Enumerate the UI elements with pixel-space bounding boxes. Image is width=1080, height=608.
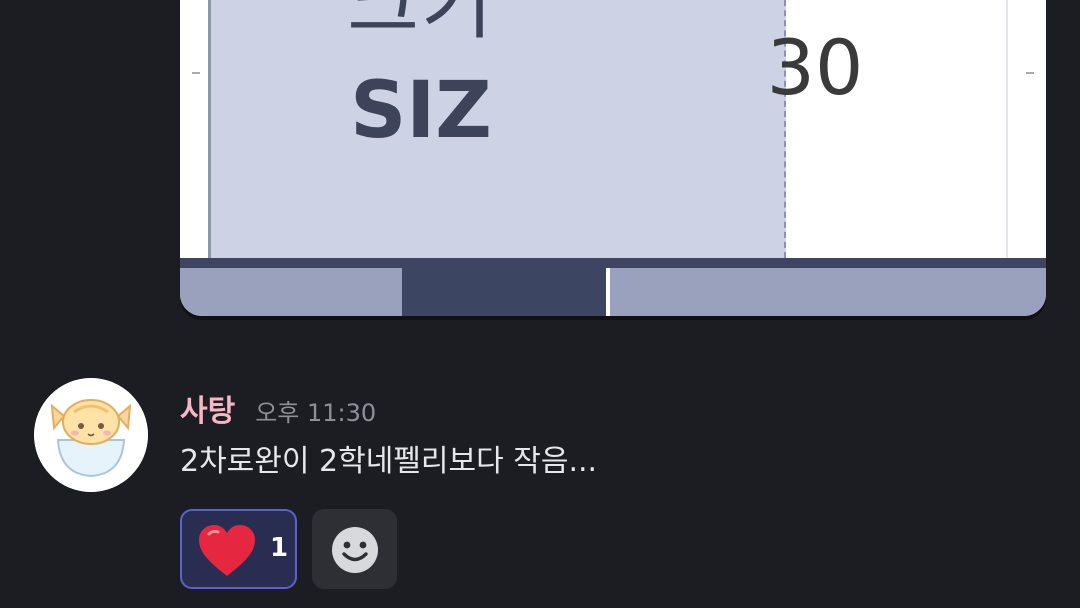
heart-reaction-button[interactable]: 1 (180, 509, 297, 589)
username[interactable]: 사탕 (180, 386, 235, 430)
add-reaction-button[interactable] (312, 509, 397, 589)
message-header: 사탕 오후 11:30 (180, 386, 376, 430)
size-label-korean: 크기 (347, 0, 495, 50)
table-footer-cell (610, 268, 1046, 316)
table-footer-cell (402, 268, 606, 316)
tick-mark (1026, 72, 1034, 74)
table-bottom-border (180, 258, 1046, 268)
size-value: 30 (766, 23, 864, 112)
image-attachment[interactable]: 크기 SIZ 30 (180, 0, 1046, 320)
tick-mark (192, 72, 200, 74)
heart-icon (199, 525, 255, 576)
chat-view: 크기 SIZ 30 사탕 오후 11:30 2차로완이 2학네펠리보다 작음..… (0, 0, 1080, 608)
candy-avatar-icon (34, 378, 148, 492)
reaction-count: 1 (270, 533, 289, 563)
table-footer-cell (180, 268, 402, 316)
user-avatar[interactable] (34, 378, 148, 492)
size-label-english: SIZ (350, 66, 492, 156)
message-timestamp: 오후 11:30 (255, 399, 377, 427)
message-text: 2차로완이 2학네펠리보다 작음... (180, 444, 598, 479)
smiley-icon (332, 527, 378, 573)
attachment-image: 크기 SIZ 30 (180, 0, 1046, 316)
cell-border (1006, 0, 1008, 258)
